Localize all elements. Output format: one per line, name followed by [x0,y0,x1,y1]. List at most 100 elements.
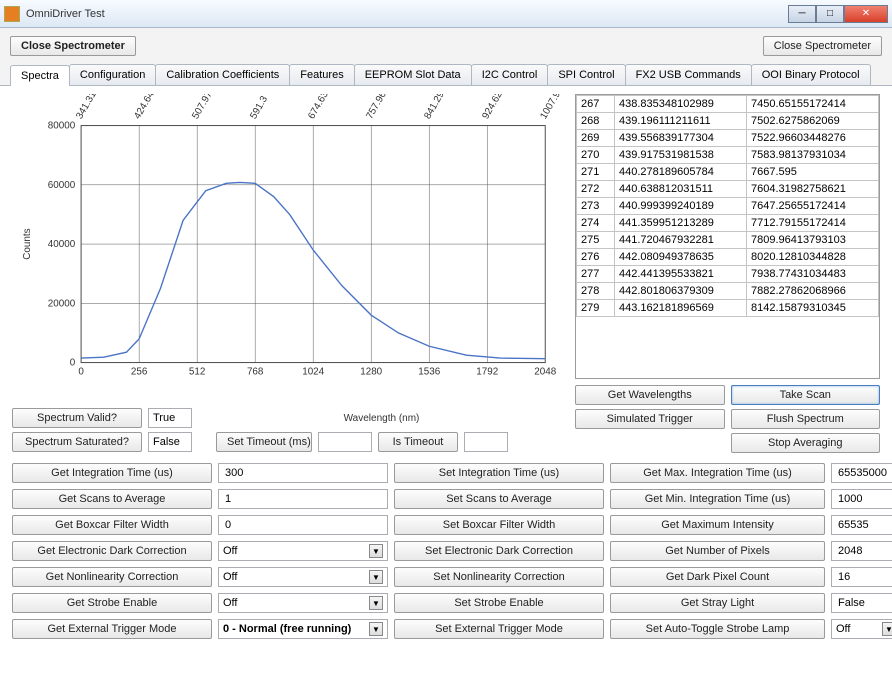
tab-calibration-coefficients[interactable]: Calibration Coefficients [155,64,290,85]
maximize-button[interactable]: □ [816,5,844,23]
svg-text:757.96: 757.96 [364,94,389,121]
tab-i2c-control[interactable]: I2C Control [471,64,549,85]
simulated-trigger-button[interactable]: Simulated Trigger [575,409,725,429]
set-auto-toggle-button[interactable]: Set Auto-Toggle Strobe Lamp [610,619,825,639]
data-grid[interactable]: 267438.8353481029897450.6515517241426843… [575,94,880,379]
svg-text:2048: 2048 [534,366,556,377]
get2-button[interactable]: Get Dark Pixel Count [610,567,825,587]
flush-spectrum-button[interactable]: Flush Spectrum [731,409,881,429]
table-row[interactable]: 271440.2781896057847667.595 [577,164,879,181]
get-button[interactable]: Get Nonlinearity Correction [12,567,212,587]
table-row[interactable]: 278442.8018063793097882.27862068966 [577,283,879,300]
tab-strip: SpectraConfigurationCalibration Coeffici… [0,64,892,86]
tab-eeprom-slot-data[interactable]: EEPROM Slot Data [354,64,472,85]
value2-field[interactable]: 65535 [831,515,892,535]
table-row[interactable]: 267438.8353481029897450.65155172414 [577,96,879,113]
get2-button[interactable]: Get Stray Light [610,593,825,613]
top-toolbar: Close Spectrometer Close Spectrometer [0,28,892,64]
external-trigger-combo[interactable]: 0 - Normal (free running)▼ [218,619,388,639]
titlebar: OmniDriver Test ─ □ ✕ [0,0,892,28]
tab-features[interactable]: Features [289,64,354,85]
get-button[interactable]: Get Strobe Enable [12,593,212,613]
set-button[interactable]: Set Electronic Dark Correction [394,541,604,561]
take-scan-button[interactable]: Take Scan [731,385,881,405]
table-row[interactable]: 275441.7204679322817809.96413793103 [577,232,879,249]
is-timeout-button[interactable]: Is Timeout [378,432,458,452]
get-external-trigger-button[interactable]: Get External Trigger Mode [12,619,212,639]
chevron-down-icon: ▼ [369,596,383,610]
close-spectrometer-right-button[interactable]: Close Spectrometer [763,36,882,56]
svg-text:20000: 20000 [48,298,76,309]
timeout-input[interactable] [318,432,372,452]
minimize-button[interactable]: ─ [788,5,816,23]
auto-toggle-combo[interactable]: Off▼ [831,619,892,639]
svg-text:341.31: 341.31 [74,94,99,121]
table-row[interactable]: 279443.1621818965698142.15879310345 [577,300,879,317]
tab-configuration[interactable]: Configuration [69,64,156,85]
value-field[interactable]: 300 [218,463,388,483]
table-row[interactable]: 269439.5568391773047522.96603448276 [577,130,879,147]
svg-text:768: 768 [247,366,264,377]
value-field[interactable]: 1 [218,489,388,509]
table-row[interactable]: 268439.1961112116117502.6275862069 [577,113,879,130]
svg-text:1536: 1536 [418,366,440,377]
svg-text:0: 0 [70,358,76,369]
app-window: OmniDriver Test ─ □ ✕ Close Spectrometer… [0,0,892,692]
set-button[interactable]: Set Strobe Enable [394,593,604,613]
spectrum-saturated-button[interactable]: Spectrum Saturated? [12,432,142,452]
get-button[interactable]: Get Scans to Average [12,489,212,509]
get-button[interactable]: Get Boxcar Filter Width [12,515,212,535]
svg-text:1007.95: 1007.95 [538,94,565,121]
tab-spectra[interactable]: Spectra [10,65,70,86]
value2-field[interactable]: 16 [831,567,892,587]
svg-text:512: 512 [189,366,205,377]
svg-text:1024: 1024 [302,366,324,377]
table-row[interactable]: 272440.6388120315117604.31982758621 [577,181,879,198]
get2-button[interactable]: Get Max. Integration Time (us) [610,463,825,483]
x-axis-label: Wavelength (nm) [198,413,565,424]
stop-averaging-button[interactable]: Stop Averaging [731,433,881,453]
chevron-down-icon: ▼ [882,622,892,636]
get-button[interactable]: Get Integration Time (us) [12,463,212,483]
tab-fx2-usb-commands[interactable]: FX2 USB Commands [625,64,752,85]
set-button[interactable]: Set Integration Time (us) [394,463,604,483]
set-button[interactable]: Set Scans to Average [394,489,604,509]
svg-text:40000: 40000 [48,239,76,250]
value2-field[interactable]: 1000 [831,489,892,509]
value-field[interactable]: Off▼ [218,567,388,587]
value-field[interactable]: Off▼ [218,541,388,561]
table-row[interactable]: 274441.3599512132897712.79155172414 [577,215,879,232]
value2-field[interactable]: False [831,593,892,613]
get-button[interactable]: Get Electronic Dark Correction [12,541,212,561]
set-timeout-button[interactable]: Set Timeout (ms) [216,432,312,452]
svg-text:1792: 1792 [476,366,498,377]
close-window-button[interactable]: ✕ [844,5,888,23]
table-row[interactable]: 270439.9175319815387583.98137931034 [577,147,879,164]
value-field[interactable]: Off▼ [218,593,388,613]
close-spectrometer-left-button[interactable]: Close Spectrometer [10,36,136,56]
value-field[interactable]: 0 [218,515,388,535]
spectrum-valid-button[interactable]: Spectrum Valid? [12,408,142,428]
spectrum-saturated-value: False [148,432,192,452]
tab-ooi-binary-protocol[interactable]: OOI Binary Protocol [751,64,871,85]
set-external-trigger-button[interactable]: Set External Trigger Mode [394,619,604,639]
table-row[interactable]: 277442.4413955338217938.77431034483 [577,266,879,283]
value2-field[interactable]: 2048 [831,541,892,561]
get-wavelengths-button[interactable]: Get Wavelengths [575,385,725,405]
svg-text:924.62: 924.62 [480,94,505,121]
tab-spi-control[interactable]: SPI Control [547,64,625,85]
get2-button[interactable]: Get Maximum Intensity [610,515,825,535]
chevron-down-icon: ▼ [369,622,383,636]
set-button[interactable]: Set Boxcar Filter Width [394,515,604,535]
get2-button[interactable]: Get Min. Integration Time (us) [610,489,825,509]
svg-text:0: 0 [78,366,84,377]
set-button[interactable]: Set Nonlinearity Correction [394,567,604,587]
svg-text:1280: 1280 [360,366,382,377]
table-row[interactable]: 276442.0809493786358020.12810344828 [577,249,879,266]
get2-button[interactable]: Get Number of Pixels [610,541,825,561]
table-row[interactable]: 273440.9993992401897647.25655172414 [577,198,879,215]
parameter-grid: Get Integration Time (us) 300 Set Integrat… [12,463,880,639]
svg-text:Counts: Counts [22,228,33,259]
spectrum-valid-value: True [148,408,192,428]
value2-field[interactable]: 65535000 [831,463,892,483]
